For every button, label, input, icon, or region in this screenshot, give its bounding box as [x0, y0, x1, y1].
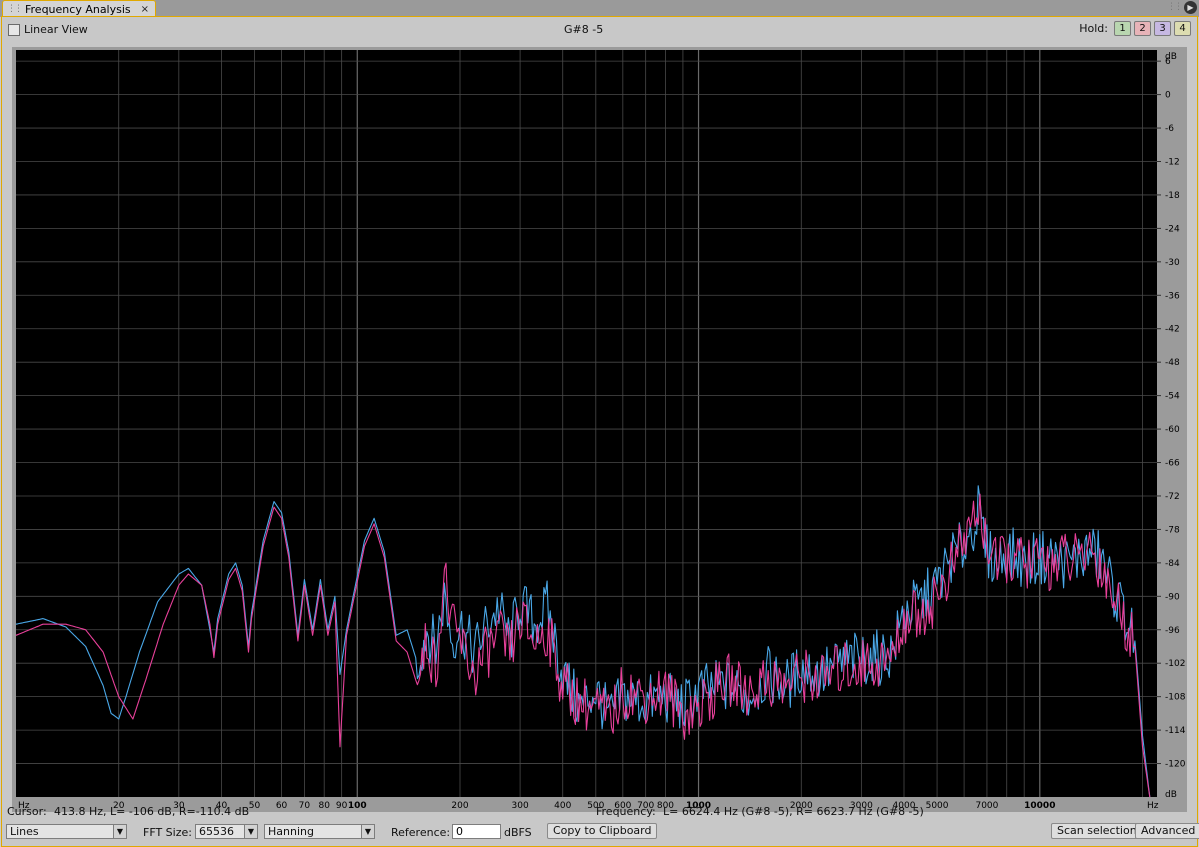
y-tick-label: -36 [1165, 291, 1180, 301]
tab-title: Frequency Analysis [25, 2, 131, 16]
cursor-label: Cursor: [7, 805, 47, 818]
x-tick-label: 50 [249, 801, 261, 811]
checkbox-icon[interactable] [8, 23, 20, 36]
x-tick-label: 80 [318, 801, 330, 811]
fft-size-select[interactable]: 65536 ▼ [195, 824, 258, 839]
y-tick-label: -120 [1165, 760, 1186, 770]
x-tick-label: 100 [348, 801, 367, 811]
window-function-select[interactable]: Hanning ▼ [264, 824, 375, 839]
y-tick-label: -24 [1165, 224, 1180, 234]
hold-button-3[interactable]: 3 [1154, 21, 1171, 36]
tab-frequency-analysis[interactable]: ⋮⋮ Frequency Analysis × [2, 0, 157, 17]
y-tick-label: -18 [1165, 191, 1180, 201]
y-tick-label: -114 [1165, 726, 1186, 736]
y-tick-label: -78 [1165, 525, 1180, 535]
y-tick-label: -90 [1165, 592, 1180, 602]
close-icon[interactable]: × [141, 4, 149, 15]
reference-unit: dBFS [504, 826, 532, 839]
y-tick-label: -12 [1165, 157, 1180, 167]
display-mode-value: Lines [10, 825, 39, 838]
hold-label: Hold: [1079, 22, 1108, 35]
x-tick-label: 60 [276, 801, 288, 811]
y-tick-label: -48 [1165, 358, 1180, 368]
panel-menu-icon[interactable]: ▶ [1184, 1, 1197, 14]
x-tick-label: 90 [336, 801, 348, 811]
cursor-readout: 413.8 Hz, L= -106 dB, R=-110.4 dB [54, 805, 250, 818]
x-tick-label: 200 [451, 801, 468, 811]
hold-controls: Hold: 1 2 3 4 [1079, 21, 1191, 36]
copy-to-clipboard-button[interactable]: Copy to Clipboard [547, 823, 658, 839]
y-tick-label: -42 [1165, 325, 1180, 335]
tab-bar: ⋮⋮ Frequency Analysis × ⋮⋮ ▶ [0, 0, 1199, 17]
advanced-button[interactable]: Advanced [1135, 823, 1199, 839]
fft-size-value: 65536 [199, 825, 234, 838]
hold-button-2[interactable]: 2 [1134, 21, 1151, 36]
spectrum-graph-area[interactable]: 6 0 -6 -12 -18 -24 -30 -36 -42 -48 -54 -60 -66 -72 -78… [12, 47, 1187, 812]
y-tick-label: -72 [1165, 492, 1180, 502]
y-tick-label: 0 [1165, 91, 1171, 101]
frequency-readout: L= 6624.4 Hz (G#8 -5), R= 6623.7 Hz (G#8… [663, 805, 924, 818]
y-tick-label: -54 [1165, 392, 1180, 402]
frequency-label: Frequency: [596, 805, 656, 818]
hold-button-1[interactable]: 1 [1114, 21, 1131, 36]
note-readout: G#8 -5 [564, 23, 604, 36]
fft-size-label: FFT Size: [143, 826, 192, 839]
chevron-down-icon[interactable]: ▼ [113, 825, 126, 838]
y-unit-label: dB [1165, 790, 1177, 800]
spectrum-graph[interactable]: 60 -6 -12 -18 -24 -30 -36 -42 -48 -54 -60 -66 -72 -78… [12, 47, 1187, 812]
linear-view-label: Linear View [24, 23, 88, 36]
y-tick-label: -84 [1165, 559, 1180, 569]
x-tick-label: 10000 [1024, 801, 1055, 811]
chevron-down-icon[interactable]: ▼ [361, 825, 374, 838]
y-tick-label: -30 [1165, 258, 1180, 268]
plot-background [16, 50, 1157, 797]
x-tick-label: 70 [299, 801, 311, 811]
x-tick-label: 5000 [926, 801, 949, 811]
y-tick-label: -66 [1165, 459, 1180, 469]
y-tick-label: -60 [1165, 425, 1180, 435]
grip-icon[interactable]: ⋮⋮ [7, 4, 23, 14]
hold-button-4[interactable]: 4 [1174, 21, 1191, 36]
reference-input[interactable] [452, 824, 501, 839]
window-function-value: Hanning [268, 825, 314, 838]
grip-icon[interactable]: ⋮⋮ [1167, 2, 1183, 12]
y-unit-label: dB [1165, 52, 1177, 62]
linear-view-checkbox[interactable]: Linear View [8, 23, 88, 36]
x-unit-label: Hz [1147, 801, 1159, 811]
y-tick-label: -102 [1165, 659, 1185, 669]
y-tick-label: -108 [1165, 693, 1186, 703]
frequency-analysis-panel: Linear View G#8 -5 Hold: 1 2 3 4 6 0 -6 -12… [1, 16, 1199, 847]
display-mode-select[interactable]: Lines ▼ [6, 824, 127, 839]
app-window: ⋮⋮ Frequency Analysis × ⋮⋮ ▶ Linear View… [0, 0, 1199, 847]
x-tick-label: 7000 [975, 801, 998, 811]
x-tick-label: 300 [512, 801, 529, 811]
chevron-down-icon[interactable]: ▼ [244, 825, 257, 838]
scan-selection-button[interactable]: Scan selection [1051, 823, 1143, 839]
reference-label: Reference: [391, 826, 451, 839]
x-tick-label: 400 [554, 801, 571, 811]
y-tick-label: -96 [1165, 626, 1180, 636]
y-tick-label: -6 [1165, 124, 1174, 134]
